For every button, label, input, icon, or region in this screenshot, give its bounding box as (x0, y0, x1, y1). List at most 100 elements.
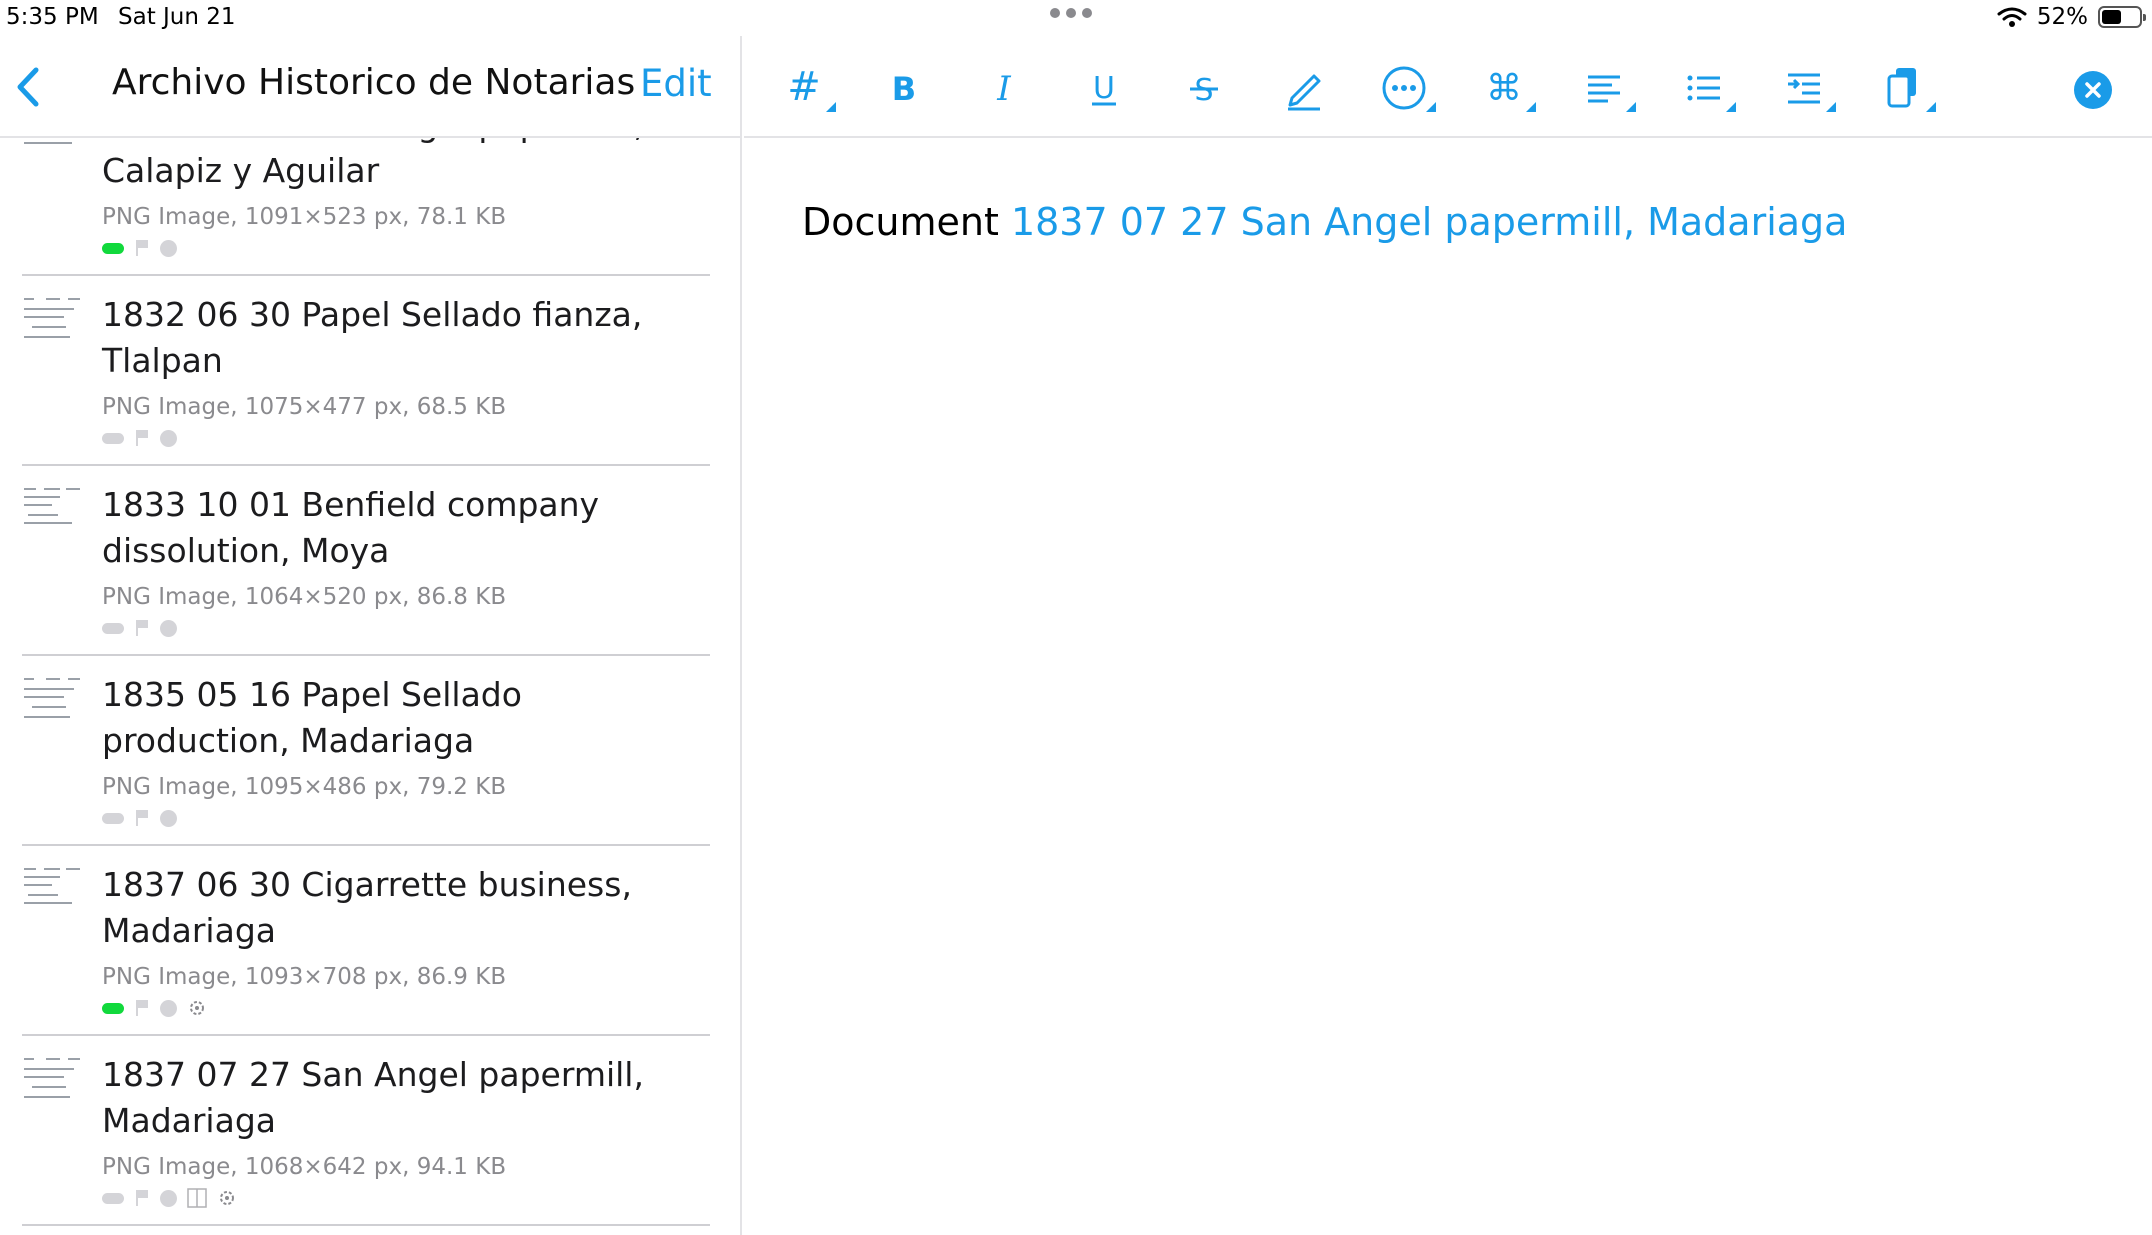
svg-text:B: B (892, 70, 916, 108)
copy-icon (1887, 68, 1916, 108)
file-thumbnail (24, 676, 82, 722)
hashtag-button[interactable]: # (776, 60, 836, 116)
align-icon (1588, 75, 1620, 103)
status-dot-icon (160, 809, 177, 827)
close-icon (2085, 82, 2101, 98)
italic-button[interactable]: I (976, 60, 1032, 116)
svg-text:#: # (787, 64, 821, 110)
file-title: 1835 05 16 Papel Sellado production, Mad… (102, 675, 522, 760)
underline-button[interactable]: U (1076, 60, 1132, 116)
file-tags (102, 1188, 237, 1208)
flag-icon (136, 1000, 148, 1016)
bold-button[interactable]: B (876, 60, 932, 116)
split-view-icon (187, 1188, 207, 1208)
format-toolbar: # B I U S ⌘ (744, 36, 2152, 138)
align-button[interactable] (1576, 60, 1636, 116)
italic-icon: I (996, 69, 1011, 109)
strikethrough-button[interactable]: S (1176, 60, 1232, 116)
gear-icon (190, 1001, 204, 1015)
label-pill (102, 432, 124, 444)
svg-text:U: U (1093, 71, 1115, 106)
status-bar: 5:35 PM Sat Jun 21 52% (0, 0, 2152, 36)
battery-icon (2098, 6, 2146, 28)
back-button[interactable] (8, 62, 48, 112)
indent-button[interactable] (1776, 60, 1836, 116)
file-tags (102, 998, 207, 1018)
file-list-item[interactable]: 1837 06 30 Cigarrette business, Madariag… (0, 846, 740, 1036)
flag-icon (136, 620, 148, 636)
file-title: 1837 06 30 Cigarrette business, Madariag… (102, 865, 632, 950)
file-tags (102, 238, 177, 258)
file-thumbnail (24, 866, 82, 912)
status-date: Sat Jun 21 (118, 4, 236, 30)
edit-button[interactable]: Edit (640, 62, 712, 105)
flag-icon (136, 1190, 148, 1206)
chevron-left-icon (17, 67, 39, 107)
label-pill (102, 1192, 124, 1204)
svg-text:⌘: ⌘ (1486, 68, 1522, 109)
command-icon: ⌘ (1486, 68, 1522, 109)
file-list-pane: Archivo Historico de Notarias Edit 1831 … (0, 36, 742, 1235)
flag-icon (136, 810, 148, 826)
document-link[interactable]: 1837 07 27 San Angel papermill, Madariag… (1011, 200, 1848, 244)
file-meta: PNG Image, 1075×477 px, 68.5 KB (102, 394, 507, 420)
file-meta: PNG Image, 1093×708 px, 86.9 KB (102, 964, 507, 990)
file-list-item[interactable]: 1837 07 27 San Angel papermill, Madariag… (0, 1036, 740, 1226)
folder-title: Archivo Historico de Notarias (112, 62, 636, 103)
highlight-button[interactable] (1276, 60, 1332, 116)
close-button[interactable] (2074, 71, 2112, 109)
document-editor[interactable]: Document 1837 07 27 San Angel papermill,… (802, 200, 1847, 244)
file-tags (102, 618, 177, 638)
file-tags (102, 808, 177, 828)
copy-button[interactable] (1876, 60, 1936, 116)
wifi-icon (1997, 7, 2027, 27)
status-dot-icon (160, 999, 177, 1017)
file-meta: PNG Image, 1068×642 px, 94.1 KB (102, 1154, 507, 1180)
file-meta: PNG Image, 1091×523 px, 78.1 KB (102, 204, 507, 230)
file-thumbnail (24, 1056, 82, 1102)
label-pill (102, 812, 124, 824)
battery-percent: 52% (2036, 4, 2088, 30)
file-thumbnail (24, 296, 82, 342)
green-label-pill (102, 1002, 124, 1014)
file-list-item[interactable]: 1833 10 01 Benfield company dissolution,… (0, 466, 740, 656)
list-button[interactable] (1676, 60, 1736, 116)
file-list[interactable]: 1831 06 20 San Angel papermill, Calapiz … (0, 136, 740, 1235)
svg-text:I: I (996, 69, 1011, 109)
status-dot-icon (160, 239, 177, 257)
status-dot-icon (160, 429, 177, 447)
file-thumbnail (24, 136, 82, 152)
green-label-pill (102, 242, 124, 254)
file-title: 1837 07 27 San Angel papermill, Madariag… (102, 1055, 644, 1140)
indent-icon (1788, 73, 1820, 104)
row-separator (22, 1224, 710, 1226)
file-list-item[interactable]: 1831 06 20 San Angel papermill, Calapiz … (0, 136, 740, 276)
file-title: 1832 06 30 Papel Sellado fianza, Tlalpan (102, 295, 643, 380)
more-icon (1382, 66, 1426, 110)
strikethrough-icon: S (1190, 73, 1218, 108)
file-title: 1831 06 20 San Angel papermill, Calapiz … (102, 136, 644, 190)
status-dot-icon (160, 1189, 177, 1207)
list-icon (1687, 75, 1720, 101)
bold-icon: B (892, 70, 916, 108)
hashtag-icon: # (787, 64, 821, 110)
status-dot-icon (160, 619, 177, 637)
file-list-item[interactable]: 1832 06 30 Papel Sellado fianza, Tlalpan… (0, 276, 740, 466)
file-meta: PNG Image, 1095×486 px, 79.2 KB (102, 774, 507, 800)
multitasking-dots-icon[interactable] (1050, 8, 1092, 18)
gear-icon (220, 1191, 234, 1205)
label-pill (102, 622, 124, 634)
command-button[interactable]: ⌘ (1476, 60, 1536, 116)
file-title: 1833 10 01 Benfield company dissolution,… (102, 485, 600, 570)
file-meta: PNG Image, 1064×520 px, 86.8 KB (102, 584, 507, 610)
flag-icon (136, 240, 148, 256)
flag-icon (136, 430, 148, 446)
more-button[interactable] (1376, 60, 1436, 116)
status-time: 5:35 PM (6, 4, 99, 30)
underline-icon: U (1092, 71, 1116, 106)
file-thumbnail (24, 486, 82, 532)
file-list-item[interactable]: 1835 05 16 Papel Sellado production, Mad… (0, 656, 740, 846)
pencil-icon (1288, 74, 1321, 111)
document-prefix: Document (802, 200, 1011, 244)
nav-bar: Archivo Historico de Notarias Edit (0, 36, 740, 138)
